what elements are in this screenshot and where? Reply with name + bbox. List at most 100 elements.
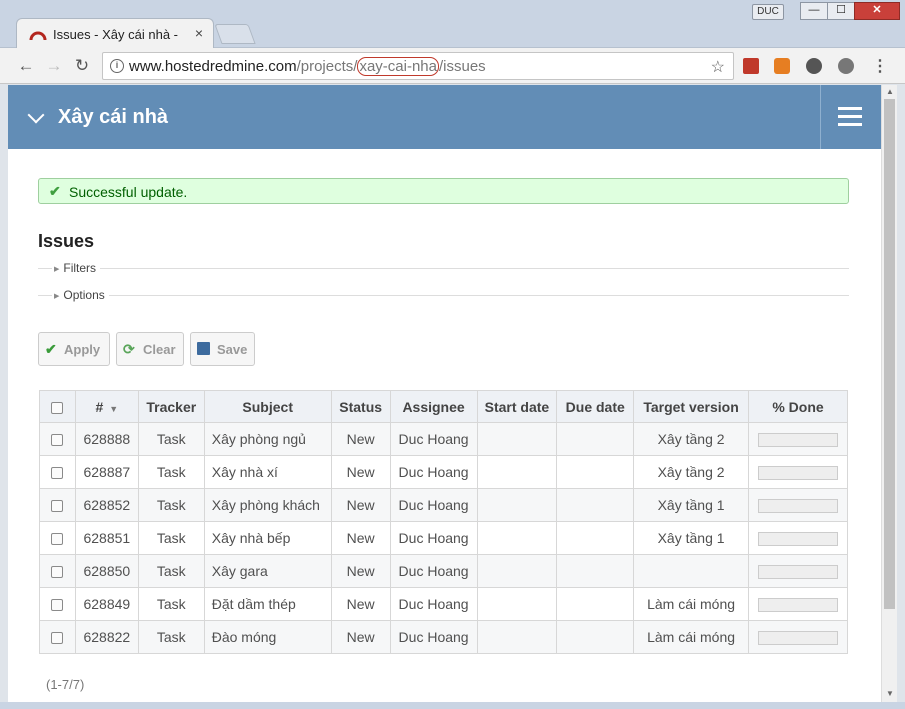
table-row[interactable]: 628849 Task Đặt dầm thép New Duc Hoang Làm cá… bbox=[39, 587, 848, 621]
progress-bar bbox=[758, 631, 838, 646]
column-header-target-version[interactable]: Target version bbox=[633, 390, 749, 423]
select-all-checkbox[interactable] bbox=[51, 401, 64, 414]
issue-target-version[interactable]: Xây tầng 2 bbox=[633, 422, 749, 456]
column-header-id[interactable]: # ▼ bbox=[74, 390, 139, 423]
new-tab-button[interactable] bbox=[214, 24, 256, 44]
issue-subject[interactable]: Xây phòng ngủ bbox=[203, 422, 332, 456]
issue-due-date bbox=[556, 488, 635, 522]
issue-start-date bbox=[476, 455, 558, 489]
close-window-button[interactable]: ✕ bbox=[854, 2, 900, 20]
issue-tracker: Task bbox=[137, 587, 205, 621]
bookmark-star-icon[interactable]: ☆ bbox=[711, 57, 725, 77]
scroll-up-arrow-icon[interactable]: ▲ bbox=[886, 87, 894, 96]
reload-icon[interactable]: ↻ bbox=[72, 56, 92, 76]
issue-subject[interactable]: Đặt dầm thép bbox=[203, 587, 332, 621]
issue-subject[interactable]: Xây nhà bếp bbox=[203, 521, 332, 555]
issue-id[interactable]: 628849 bbox=[74, 587, 139, 621]
row-checkbox[interactable] bbox=[51, 500, 64, 513]
issue-id[interactable]: 628850 bbox=[74, 554, 139, 588]
issue-target-version[interactable]: Xây tầng 1 bbox=[633, 521, 749, 555]
minimize-button[interactable]: — bbox=[800, 2, 828, 20]
tab-title: Issues - Xây cái nhà - bbox=[53, 27, 178, 42]
info-icon[interactable]: i bbox=[110, 59, 124, 73]
issue-assignee[interactable]: Duc Hoang bbox=[389, 620, 478, 654]
forward-arrow-icon[interactable]: → bbox=[44, 56, 64, 76]
row-checkbox[interactable] bbox=[51, 467, 64, 480]
row-checkbox-cell bbox=[39, 554, 76, 588]
issue-subject[interactable]: Đào móng bbox=[203, 620, 332, 654]
row-checkbox[interactable] bbox=[51, 566, 64, 579]
checkmark-icon: ✔ bbox=[49, 183, 61, 199]
save-button[interactable]: Save bbox=[190, 332, 255, 366]
row-checkbox[interactable] bbox=[51, 599, 64, 612]
issue-assignee[interactable]: Duc Hoang bbox=[389, 521, 478, 555]
table-row[interactable]: 628822 Task Đào móng New Duc Hoang Làm cái mó… bbox=[39, 620, 848, 654]
project-title[interactable]: Xây cái nhà bbox=[58, 106, 168, 129]
scrollbar-thumb[interactable] bbox=[884, 99, 895, 609]
issue-id[interactable]: 628887 bbox=[74, 455, 139, 489]
maximize-button[interactable]: ☐ bbox=[827, 2, 855, 20]
column-header-subject[interactable]: Subject bbox=[203, 390, 332, 423]
hamburger-menu-icon[interactable] bbox=[838, 107, 862, 126]
issue-assignee[interactable]: Duc Hoang bbox=[389, 554, 478, 588]
table-row[interactable]: 628850 Task Xây gara New Duc Hoang bbox=[39, 554, 848, 588]
issue-assignee[interactable]: Duc Hoang bbox=[389, 587, 478, 621]
clear-button[interactable]: ⟳ Clear bbox=[116, 332, 184, 366]
issue-assignee[interactable]: Duc Hoang bbox=[389, 455, 478, 489]
issue-id[interactable]: 628852 bbox=[74, 488, 139, 522]
profile-button[interactable]: DUC bbox=[752, 4, 784, 20]
table-row[interactable]: 628852 Task Xây phòng khách New Duc Hoang Xây… bbox=[39, 488, 848, 522]
issue-id[interactable]: 628888 bbox=[74, 422, 139, 456]
column-header-percent-done[interactable]: % Done bbox=[748, 390, 848, 423]
extension-film-icon[interactable] bbox=[838, 58, 854, 74]
url-text[interactable]: www.hostedredmine.com/projects/xay-cai-n… bbox=[129, 57, 486, 76]
browser-menu-icon[interactable]: ⋮ bbox=[872, 56, 888, 76]
extension-bulb-icon[interactable] bbox=[806, 58, 822, 74]
extension-rss-icon[interactable] bbox=[774, 58, 790, 74]
page-scrollbar[interactable]: ▲ ▼ bbox=[881, 85, 897, 702]
issue-target-version[interactable]: Làm cái móng bbox=[633, 587, 749, 621]
options-toggle[interactable]: ▶ Options bbox=[52, 288, 109, 302]
issue-id[interactable]: 628822 bbox=[74, 620, 139, 654]
issue-subject[interactable]: Xây gara bbox=[203, 554, 332, 588]
chevron-down-icon[interactable] bbox=[27, 106, 45, 124]
table-row[interactable]: 628851 Task Xây nhà bếp New Duc Hoang Xây tần… bbox=[39, 521, 848, 555]
issue-subject[interactable]: Xây phòng khách bbox=[203, 488, 332, 522]
scroll-down-arrow-icon[interactable]: ▼ bbox=[886, 689, 894, 698]
table-row[interactable]: 628887 Task Xây nhà xí New Duc Hoang Xây tầng… bbox=[39, 455, 848, 489]
issue-id[interactable]: 628851 bbox=[74, 521, 139, 555]
filters-toggle[interactable]: ▶ Filters bbox=[52, 261, 101, 275]
triangle-right-icon: ▶ bbox=[54, 293, 60, 300]
issue-target-version[interactable]: Làm cái móng bbox=[633, 620, 749, 654]
issue-target-version[interactable]: Xây tầng 1 bbox=[633, 488, 749, 522]
issue-target-version[interactable] bbox=[633, 554, 749, 588]
tab-close-icon[interactable]: × bbox=[195, 25, 203, 41]
column-header-status[interactable]: Status bbox=[330, 390, 391, 423]
row-checkbox[interactable] bbox=[51, 533, 64, 546]
column-header-due-date[interactable]: Due date bbox=[556, 390, 635, 423]
column-header-assignee[interactable]: Assignee bbox=[389, 390, 478, 423]
row-checkbox[interactable] bbox=[51, 434, 64, 447]
issue-start-date bbox=[476, 554, 558, 588]
back-arrow-icon[interactable]: ← bbox=[16, 56, 36, 76]
issue-start-date bbox=[476, 587, 558, 621]
progress-bar bbox=[758, 499, 838, 514]
check-icon: ✔ bbox=[45, 341, 57, 357]
table-row[interactable]: 628888 Task Xây phòng ngủ New Duc Hoang Xây t… bbox=[39, 422, 848, 456]
extension-bookmark-icon[interactable] bbox=[743, 58, 759, 74]
address-bar[interactable]: i www.hostedredmine.com/projects/xay-cai… bbox=[102, 52, 734, 80]
column-header-start-date[interactable]: Start date bbox=[476, 390, 558, 423]
issue-target-version[interactable]: Xây tầng 2 bbox=[633, 455, 749, 489]
url-path-prefix: /projects/ bbox=[296, 58, 358, 75]
column-header-tracker[interactable]: Tracker bbox=[137, 390, 205, 423]
issue-assignee[interactable]: Duc Hoang bbox=[389, 422, 478, 456]
row-checkbox[interactable] bbox=[51, 632, 64, 645]
project-header: Xây cái nhà bbox=[8, 85, 881, 149]
issue-subject[interactable]: Xây nhà xí bbox=[203, 455, 332, 489]
apply-button[interactable]: ✔ Apply bbox=[38, 332, 110, 366]
filters-label: Filters bbox=[63, 261, 97, 275]
issue-assignee[interactable]: Duc Hoang bbox=[389, 488, 478, 522]
filters-divider bbox=[38, 268, 849, 269]
issues-table-body: 628888 Task Xây phòng ngủ New Duc Hoang Xây t… bbox=[39, 422, 848, 654]
browser-tab-active[interactable]: Issues - Xây cái nhà - × bbox=[16, 18, 214, 50]
